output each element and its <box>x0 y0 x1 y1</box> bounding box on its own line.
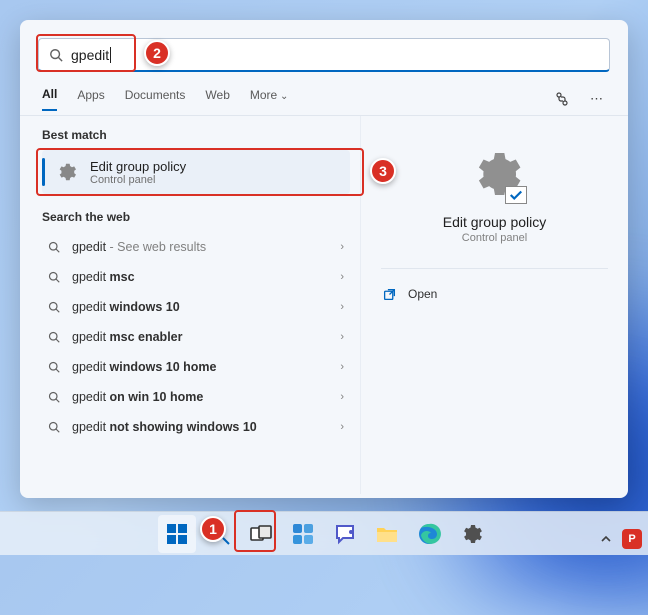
callout-1: 1 <box>200 516 226 542</box>
search-icon <box>48 241 60 253</box>
tray-app-icon[interactable]: P <box>622 529 642 549</box>
search-panel: gpedit All Apps Documents Web More ⋯ Bes… <box>20 20 628 498</box>
filter-tabs: All Apps Documents Web More ⋯ <box>20 82 628 116</box>
more-options-icon[interactable]: ⋯ <box>590 91 606 107</box>
best-match-result[interactable]: Edit group policy Control panel <box>42 150 350 194</box>
best-match-title: Edit group policy <box>90 159 186 174</box>
web-result-item[interactable]: gpedit windows 10 home › <box>42 352 350 382</box>
open-external-icon <box>383 288 396 301</box>
taskbar: P <box>0 511 648 555</box>
best-match-subtitle: Control panel <box>90 174 186 186</box>
chevron-right-icon: › <box>340 301 344 313</box>
search-icon <box>48 361 60 373</box>
search-icon <box>48 331 60 343</box>
chevron-right-icon: › <box>340 241 344 253</box>
web-results-list: gpedit - See web results › gpedit msc › … <box>42 232 350 442</box>
tab-documents[interactable]: Documents <box>125 88 186 110</box>
web-result-text: gpedit msc <box>72 270 135 284</box>
web-result-item[interactable]: gpedit windows 10 › <box>42 292 350 322</box>
web-result-text: gpedit windows 10 home <box>72 360 217 374</box>
web-result-text: gpedit not showing windows 10 <box>72 420 257 434</box>
results-column: Best match Edit group policy Control pan… <box>20 116 360 494</box>
tray-chevron-up-icon[interactable] <box>596 529 616 549</box>
open-action[interactable]: Open <box>381 283 608 305</box>
tab-all[interactable]: All <box>42 87 57 111</box>
gear-icon <box>52 158 80 186</box>
tab-apps[interactable]: Apps <box>77 88 104 110</box>
chat-button[interactable] <box>326 515 364 553</box>
divider <box>381 268 608 269</box>
web-result-text: gpedit on win 10 home <box>72 390 203 404</box>
chevron-right-icon: › <box>340 271 344 283</box>
task-view-button[interactable] <box>242 515 280 553</box>
preview-pane: Edit group policy Control panel Open <box>360 116 628 494</box>
best-match-label: Best match <box>42 128 350 142</box>
tab-web[interactable]: Web <box>205 88 229 110</box>
tab-more[interactable]: More <box>250 88 289 110</box>
web-result-item[interactable]: gpedit on win 10 home › <box>42 382 350 412</box>
search-web-label: Search the web <box>42 210 350 224</box>
callout-2: 2 <box>144 40 170 66</box>
web-result-item[interactable]: gpedit - See web results › <box>42 232 350 262</box>
chevron-right-icon: › <box>340 331 344 343</box>
search-icon <box>48 271 60 283</box>
preview-subtitle: Control panel <box>462 232 527 244</box>
web-result-item[interactable]: gpedit msc › <box>42 262 350 292</box>
search-icon <box>49 48 63 62</box>
preview-title: Edit group policy <box>443 214 547 230</box>
chevron-right-icon: › <box>340 361 344 373</box>
search-icon <box>48 421 60 433</box>
search-input[interactable]: gpedit <box>38 38 610 72</box>
gear-check-icon <box>467 146 523 202</box>
web-result-text: gpedit msc enabler <box>72 330 183 344</box>
search-icon <box>48 391 60 403</box>
web-result-text: gpedit windows 10 <box>72 300 180 314</box>
web-result-item[interactable]: gpedit msc enabler › <box>42 322 350 352</box>
widgets-button[interactable] <box>284 515 322 553</box>
callout-3: 3 <box>370 158 396 184</box>
account-link-icon[interactable] <box>554 91 570 107</box>
checkmark-badge-icon <box>505 186 527 204</box>
search-icon <box>48 301 60 313</box>
edge-button[interactable] <box>410 515 448 553</box>
settings-button[interactable] <box>452 515 490 553</box>
open-label: Open <box>408 287 437 301</box>
web-result-item[interactable]: gpedit not showing windows 10 › <box>42 412 350 442</box>
chevron-right-icon: › <box>340 391 344 403</box>
start-button[interactable] <box>158 515 196 553</box>
search-query-text: gpedit <box>71 47 111 63</box>
chevron-right-icon: › <box>340 421 344 433</box>
web-result-text: gpedit - See web results <box>72 240 206 254</box>
file-explorer-button[interactable] <box>368 515 406 553</box>
